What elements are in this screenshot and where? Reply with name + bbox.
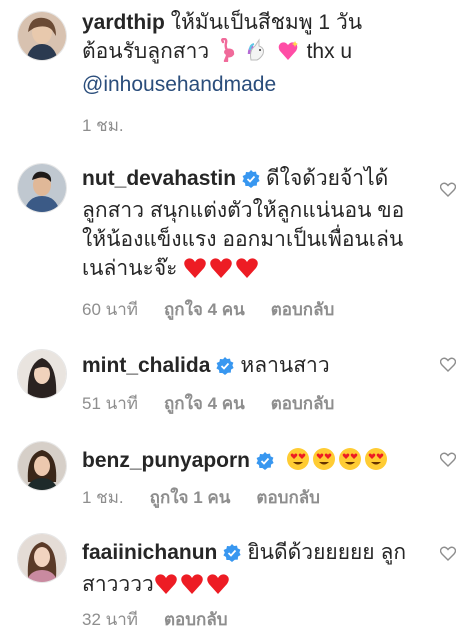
mention-link[interactable]: @inhousehandmade [82,73,276,96]
comment-line: เนล่านะจ๊ะ [82,257,178,280]
comment-text: yardthip ให้มันเป็นสีชมพู 1 วัน ต้อนรับล… [82,8,422,99]
username[interactable]: mint_chalida [82,354,210,377]
comment-line: ต้อนรับลูกสาว [82,40,210,63]
avatar[interactable] [18,534,66,582]
reply-button[interactable]: ตอบกลับ [271,296,335,323]
heart-eyes-emoji-icon [338,447,362,479]
comment-line: ลูกสาว สนุกแต่งตัวให้ลูกแน่นอน ขอ [82,199,405,222]
comment-line: ให้น้องแข็งแรง ออกมาเป็นเพื่อนเล่น [82,228,404,251]
unicorn-icon [245,38,269,70]
verified-badge-icon [256,449,274,478]
red-heart-icon [235,257,259,287]
heart-eyes-emoji-icon [364,447,388,479]
comment-meta: 32 นาที ตอบกลับ [82,606,228,633]
comment-mint-chalida: mint_chalida หลานสาว 51 นาที ถูกใจ 4 คน ต… [0,330,466,420]
timestamp: 1 ชม. [82,488,124,507]
red-heart-icon [206,573,230,603]
verified-badge-icon [216,354,234,383]
comment-text: nut_devahastin ดีใจด้วยจ้าได้ ลูกสาว สนุก… [82,164,422,287]
like-heart-icon[interactable] [439,357,457,377]
comment-line: thx u [306,40,353,63]
comment-meta: 60 นาที ถูกใจ 4 คน ตอบกลับ [82,296,334,323]
comment-nut-devahastin: nut_devahastin ดีใจด้วยจ้าได้ ลูกสาว สนุก… [0,150,466,330]
avatar[interactable] [18,442,66,490]
username[interactable]: faaiinichanun [82,541,217,564]
comment-text: mint_chalida หลานสาว [82,351,422,383]
likes-count[interactable]: ถูกใจ 4 คน [164,390,245,417]
heart-eyes-emoji-icon [312,447,336,479]
verified-badge-icon [242,167,260,196]
username[interactable]: yardthip [82,11,165,34]
comment-benz-punyaporn: benz_punyaporn 1 ชม. ถูกใจ 1 คน ตอบกลับ [0,420,466,520]
like-heart-icon[interactable] [439,452,457,472]
timestamp: 51 นาที [82,394,139,413]
heart-eyes-emoji-icon [286,447,310,479]
flamingo-icon [215,37,237,70]
timestamp: 32 นาที [82,610,139,629]
username[interactable]: nut_devahastin [82,167,236,190]
reply-button[interactable]: ตอบกลับ [256,484,320,511]
likes-count[interactable]: ถูกใจ 4 คน [164,296,245,323]
sparkling-heart-icon [277,40,299,70]
comment-faaiinichanun: faaiinichanun ยินดีด้วยยยยย ลูก สาวววว 32… [0,520,466,636]
reply-button[interactable]: ตอบกลับ [164,606,228,633]
comment-line: ให้มันเป็นสีชมพู 1 วัน [170,11,363,34]
avatar[interactable] [18,350,66,398]
comment-meta: 51 นาที ถูกใจ 4 คน ตอบกลับ [82,390,334,417]
red-heart-icon [180,573,204,603]
red-heart-icon [154,573,178,603]
comment-text: faaiinichanun ยินดีด้วยยยยย ลูก สาวววว [82,538,422,603]
avatar[interactable] [18,164,66,212]
timestamp: 60 นาที [82,300,139,319]
comment-line: ดีใจด้วยจ้าได้ [266,167,389,190]
comment-text: benz_punyaporn [82,446,422,479]
comment-line: ยินดีด้วยยยยย ลูก [247,541,407,564]
comment-meta: 1 ชม. ถูกใจ 1 คน ตอบกลับ [82,484,320,511]
reply-button[interactable]: ตอบกลับ [271,390,335,417]
verified-badge-icon [223,541,241,570]
like-heart-icon[interactable] [439,546,457,566]
like-heart-icon[interactable] [439,182,457,202]
username[interactable]: benz_punyaporn [82,449,250,472]
comment-line: สาวววว [82,573,154,596]
red-heart-icon [209,257,233,287]
comment-meta: 1 ชม. [82,112,124,139]
comment-line: หลานสาว [240,354,330,377]
likes-count[interactable]: ถูกใจ 1 คน [150,484,231,511]
timestamp: 1 ชม. [82,116,124,135]
red-heart-icon [183,257,207,287]
comment-yardthip: yardthip ให้มันเป็นสีชมพู 1 วัน ต้อนรับล… [0,0,466,150]
avatar[interactable] [18,12,66,60]
